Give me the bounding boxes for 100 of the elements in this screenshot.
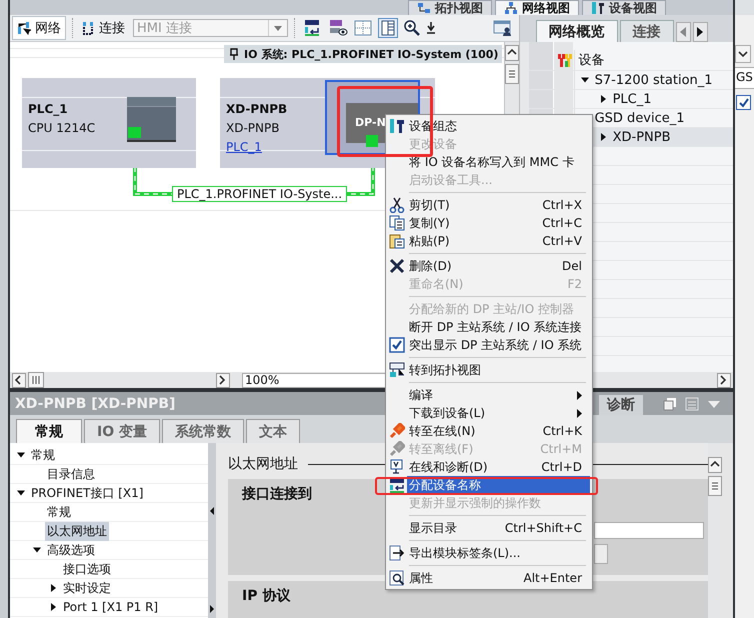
shortcut-label: Ctrl+Shift+C: [504, 521, 582, 535]
export-icon: [389, 545, 405, 561]
device-name: PLC_1: [28, 101, 68, 117]
expand-arrow-icon[interactable]: [598, 133, 607, 141]
menu-item[interactable]: 属性 Alt+Enter: [407, 569, 590, 587]
module-label: DP-N: [355, 116, 386, 129]
collapse-arrow-icon[interactable]: [17, 451, 25, 459]
menu-item[interactable]: 粘贴(P) Ctrl+V: [407, 232, 590, 250]
menu-item[interactable]: 复制(Y) Ctrl+C: [407, 214, 590, 232]
view-tab[interactable]: 设备视图: [582, 0, 666, 15]
zoom-in-icon[interactable]: [404, 20, 420, 36]
collapse-arrow-icon[interactable]: [33, 546, 41, 554]
menu-item[interactable]: 断开 DP 主站系统 / IO 系统连接: [407, 318, 590, 336]
section-title: 以太网地址: [228, 455, 298, 473]
menu-item[interactable]: 导出模块标签条(L)...: [407, 544, 590, 562]
shortcut-label: Ctrl+X: [542, 198, 582, 212]
filter-field[interactable]: GS: [735, 67, 754, 89]
menu-item[interactable]: 在线和诊断(D) Ctrl+D: [407, 458, 590, 476]
group-title: 接口连接到: [242, 485, 312, 503]
device-name-icon: [389, 477, 405, 493]
device-name-icon[interactable]: [302, 19, 322, 37]
group-title: IP 协议: [242, 587, 290, 605]
shortcut-label: F2: [567, 277, 582, 291]
shortcut-label: Alt+Enter: [523, 571, 582, 585]
shortcut-label: Ctrl+M: [540, 442, 582, 456]
scissors-icon: [389, 197, 405, 213]
menu-item[interactable]: 删除(D) Del: [407, 257, 590, 275]
device-card[interactable]: PLC_1 CPU 1214C: [22, 78, 196, 168]
copy-icon: [389, 215, 405, 231]
shortcut-label: Ctrl+V: [542, 234, 582, 248]
overview-tab[interactable]: 连接: [620, 20, 674, 42]
tree-item[interactable]: 以太网地址: [45, 522, 109, 540]
menu-item[interactable]: 剪切(T) Ctrl+X: [407, 196, 590, 214]
clipboard-icon: [389, 233, 405, 249]
grid-icon[interactable]: [354, 19, 372, 37]
overview-tab[interactable]: 网络概览: [536, 20, 618, 42]
properties-tab[interactable]: 常规: [16, 419, 82, 443]
network-icon: [17, 21, 31, 35]
shortcut-label: Ctrl+D: [541, 460, 582, 474]
collapse-arrow-icon[interactable]: [580, 76, 589, 84]
scroll-thumb-icon[interactable]: [708, 476, 722, 496]
shortcut-label: Del: [562, 259, 582, 273]
download-arrow-icon[interactable]: [426, 21, 436, 35]
dropdown-arrow-icon: [274, 26, 282, 30]
topology-icon: [389, 362, 405, 378]
properties-tab[interactable]: 文本: [246, 419, 300, 443]
tree-item[interactable]: 接口选项: [61, 560, 113, 578]
text-field[interactable]: [594, 522, 704, 539]
table-layout-icon[interactable]: [378, 18, 398, 38]
diagnostics-tab[interactable]: 诊断: [599, 395, 643, 415]
view-tab[interactable]: 拓扑视图: [408, 0, 492, 15]
scroll-thumb-icon[interactable]: [504, 64, 519, 84]
dropdown-button[interactable]: [735, 45, 751, 63]
scroll-thumb-icon[interactable]: [28, 372, 44, 388]
view-tab[interactable]: 网络视图: [495, 0, 579, 15]
offline-plug-icon: [389, 441, 405, 457]
panel-user-icon[interactable]: [492, 19, 513, 37]
add-button[interactable]: [594, 544, 608, 564]
controller-link[interactable]: PLC_1: [226, 140, 262, 154]
pin-icon: [229, 48, 239, 60]
expand-arrow-icon[interactable]: [598, 95, 607, 103]
checkmark-icon: [738, 98, 748, 108]
tree-item[interactable]: PROFINET接口 [X1]: [29, 484, 146, 502]
menu-item[interactable]: 编译: [407, 386, 590, 404]
panel-title: XD-PNPB [XD-PNPB]: [15, 396, 176, 412]
menu-item[interactable]: 突出显示 DP 主站系统 / IO 系统: [407, 336, 590, 354]
menu-item[interactable]: 下载到设备(L): [407, 404, 590, 422]
tree-item[interactable]: 高级选项: [45, 540, 97, 560]
device-row[interactable]: GSD device_1: [594, 110, 686, 126]
properties-tab[interactable]: 系统常数: [162, 419, 244, 443]
scroll-right-button[interactable]: [692, 22, 708, 42]
properties-tab[interactable]: IO 变量: [84, 419, 160, 443]
left-arrow-icon: [680, 27, 686, 37]
delete-icon: [389, 258, 405, 274]
checkbox[interactable]: [736, 95, 751, 110]
network-view-button[interactable]: 网络: [12, 16, 66, 40]
io-system-label: IO 系统: PLC_1.PROFINET IO-System (100): [244, 46, 498, 62]
menu-item[interactable]: 转至在线(N) Ctrl+K: [407, 422, 590, 440]
float-window-icon[interactable]: [663, 396, 677, 410]
tree-item[interactable]: 目录信息: [45, 464, 97, 484]
connections-button[interactable]: 连接: [80, 19, 127, 37]
device-config-icon: [389, 118, 405, 134]
right-arrow-icon: [697, 27, 704, 37]
network-icon: [504, 1, 518, 15]
tree-item[interactable]: 常规: [29, 446, 57, 464]
menu-item[interactable]: 显示目录 Ctrl+Shift+C: [407, 519, 590, 537]
collapse-arrow-icon[interactable]: [17, 489, 25, 497]
network-diagnostics-icon[interactable]: [328, 19, 348, 37]
expand-arrow-icon[interactable]: [49, 603, 57, 611]
device-row[interactable]: PLC_1: [612, 92, 653, 106]
tree-item[interactable]: 常规: [45, 502, 73, 522]
shortcut-label: Ctrl+C: [542, 216, 582, 230]
device-row[interactable]: S7-1200 station_1: [594, 72, 714, 88]
tree-item[interactable]: 实时设定: [61, 578, 113, 598]
tree-item[interactable]: Port 1 [X1 P1 R]: [61, 599, 160, 615]
connection-icon: [82, 21, 94, 35]
device-icon: [591, 1, 605, 15]
expand-arrow-icon[interactable]: [49, 584, 57, 592]
topology-icon: [417, 1, 431, 15]
shortcut-label: Ctrl+K: [542, 424, 582, 438]
